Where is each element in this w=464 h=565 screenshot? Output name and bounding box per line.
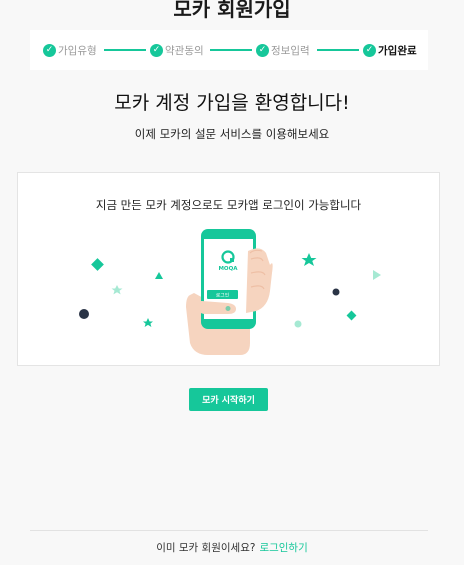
step-label: 약관동의: [165, 44, 204, 57]
step-complete: ✓ 가입완료: [363, 30, 417, 70]
footer-divider: [30, 530, 428, 531]
step-terms: ✓ 약관동의: [150, 30, 204, 70]
phone-logo-text: MOQA: [218, 266, 238, 272]
diamond-icon: [346, 310, 357, 321]
footer-question: 이미 모카 회원이세요?: [156, 542, 256, 554]
signup-stepper: ✓ 가입유형 ✓ 약관동의 ✓ 정보입력 ✓ 가입완료: [30, 30, 428, 70]
diamond-icon: [91, 258, 104, 271]
app-login-card: 지금 만든 모카 계정으로도 모카앱 로그인이 가능합니다 MOQA 로그인: [17, 172, 440, 366]
step-connector: [104, 49, 146, 51]
check-icon: ✓: [363, 43, 376, 57]
login-link[interactable]: 로그인하기: [259, 542, 307, 554]
triangle-icon: [155, 272, 163, 279]
welcome-title: 모카 계정 가입을 환영합니다!: [114, 92, 350, 114]
star-icon: [143, 318, 153, 327]
step-label: 정보입력: [271, 44, 310, 57]
check-icon: ✓: [256, 43, 269, 57]
step-label: 가입유형: [58, 44, 97, 57]
welcome-subtitle: 이제 모카의 설문 서비스를 이용해보세요: [134, 127, 330, 141]
star-icon: [111, 285, 123, 295]
step-info: ✓ 정보입력: [256, 30, 310, 70]
dot-icon: [332, 288, 340, 296]
page-title: 모카 회원가입: [173, 0, 291, 21]
star-icon: [301, 253, 317, 266]
step-connector: [210, 49, 252, 51]
logo-tail: [230, 258, 234, 262]
dot-icon: [294, 320, 302, 328]
check-icon: ✓: [43, 43, 56, 57]
check-icon: ✓: [150, 43, 163, 57]
step-signup-type: ✓ 가입유형: [43, 30, 97, 70]
phone-hand-illustration: MOQA 로그인: [79, 229, 381, 355]
thumb-tap: [225, 306, 231, 311]
phone-login-text: 로그인: [216, 292, 229, 299]
triangle-icon: [373, 270, 381, 280]
start-moqa-button[interactable]: 모카 시작하기: [189, 388, 268, 411]
dot-icon: [79, 309, 89, 319]
footer: 이미 모카 회원이세요? 로그인하기: [0, 538, 464, 558]
step-connector: [317, 49, 359, 51]
step-label: 가입완료: [378, 44, 417, 57]
